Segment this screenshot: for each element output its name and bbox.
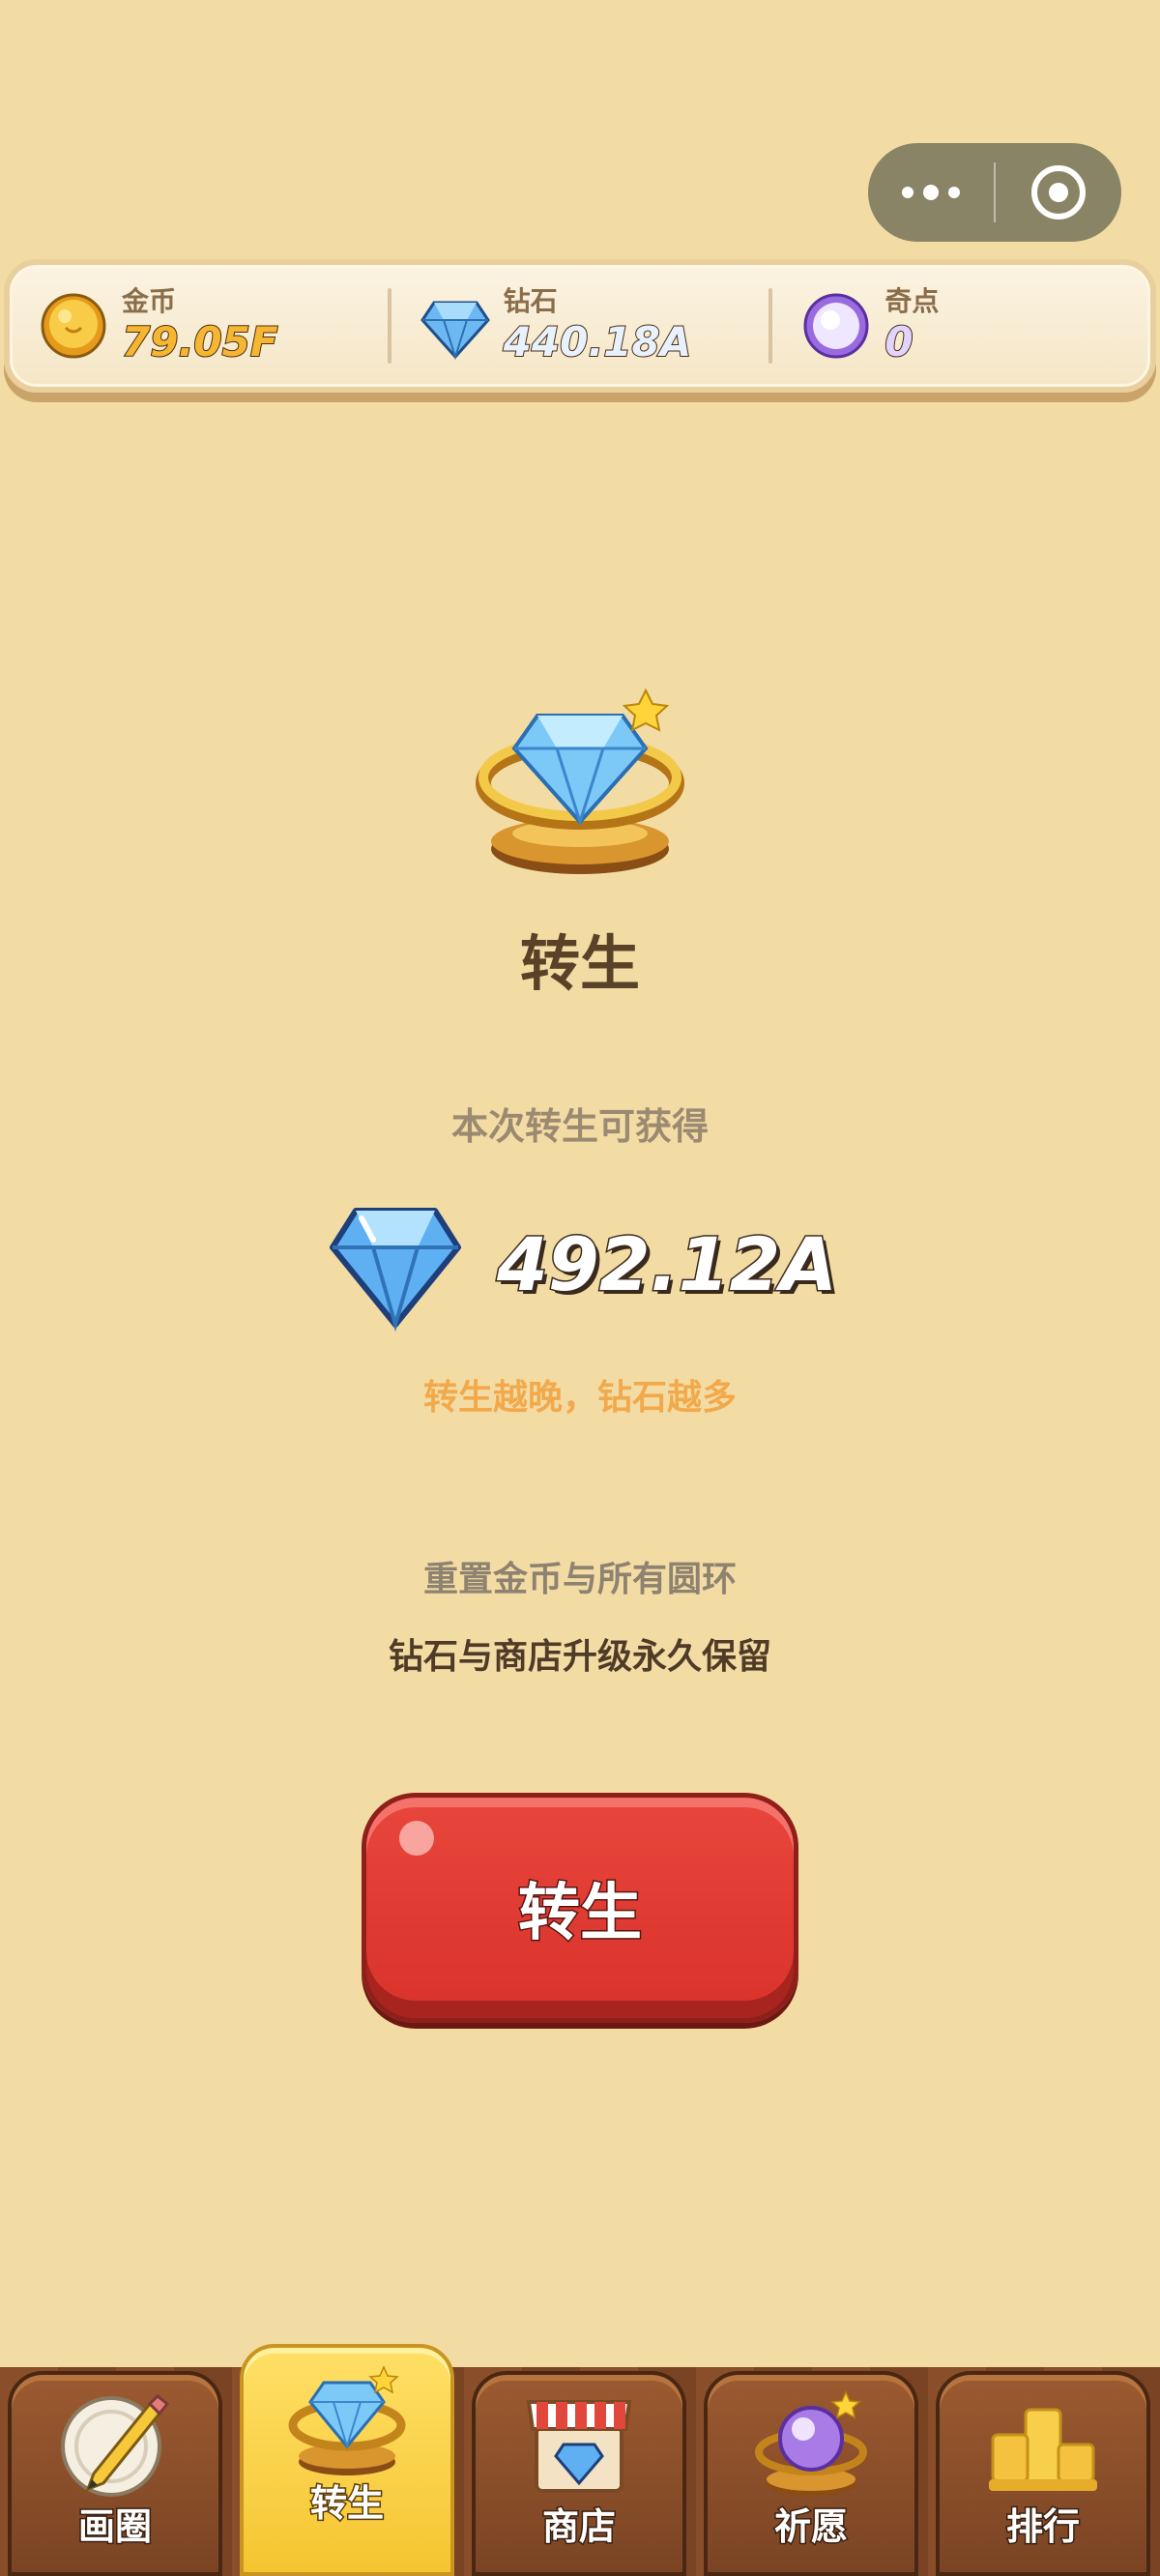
tab-draw-circle[interactable]: 画圈 <box>8 2371 222 2576</box>
diamond-value: 440.18A <box>503 317 693 366</box>
more-dots-icon[interactable] <box>868 143 994 242</box>
resource-gold: 金币 79.05F <box>10 265 388 387</box>
diamond-label: 钻石 <box>503 285 558 317</box>
diamond-icon <box>420 301 490 361</box>
diamond-icon <box>329 1208 461 1332</box>
page-title: 转生 <box>519 928 640 999</box>
gain-label: 本次转生可获得 <box>450 1105 709 1148</box>
rebirth-diamond-ring-icon <box>476 688 684 874</box>
rebirth-page: 金币 79.05F 钻石 440.18A 奇点 0 转生 本次转生可获得 492… <box>0 0 1160 2576</box>
button-shine <box>399 1821 434 1856</box>
tab-shop[interactable]: 商店 <box>472 2371 686 2576</box>
shop-icon <box>526 2400 632 2493</box>
resource-bar: 金币 79.05F 钻石 440.18A 奇点 0 <box>4 259 1156 393</box>
resource-singularity: 奇点 0 <box>772 265 1150 387</box>
tab-label: 画圈 <box>76 2504 153 2550</box>
tab-label: 商店 <box>540 2504 617 2550</box>
gold-coin-icon <box>41 293 106 359</box>
tab-ranking[interactable]: 排行 <box>936 2371 1150 2576</box>
target-circle-icon[interactable] <box>996 143 1121 242</box>
wish-orb-icon <box>755 2390 867 2497</box>
pencil-circle-icon <box>61 2393 170 2497</box>
resource-diamond: 钻石 440.18A <box>392 265 769 387</box>
tab-rebirth[interactable]: 转生 <box>240 2344 454 2576</box>
tab-label: 转生 <box>308 2481 385 2527</box>
rebirth-button-label: 转生 <box>517 1877 644 1951</box>
info-keep-text: 钻石与商店升级永久保留 <box>388 1637 771 1677</box>
podium-icon <box>989 2408 1097 2491</box>
gold-label: 金币 <box>122 285 177 317</box>
tab-wish[interactable]: 祈愿 <box>704 2371 918 2576</box>
singularity-orb-icon <box>803 293 869 359</box>
rebirth-button[interactable]: 转生 <box>362 1793 798 2023</box>
tab-label: 排行 <box>1004 2504 1081 2550</box>
gain-row: 492.12A <box>0 1191 1160 1336</box>
diamond-ring-icon <box>288 2365 406 2475</box>
gold-value: 79.05F <box>121 317 279 366</box>
tab-label: 祈愿 <box>772 2504 849 2550</box>
gain-value: 492.12A <box>495 1219 838 1308</box>
hint-text: 转生越晚，钻石越多 <box>422 1378 737 1418</box>
singularity-label: 奇点 <box>884 285 940 317</box>
info-reset-text: 重置金币与所有圆环 <box>422 1560 737 1599</box>
mini-program-capsule <box>868 143 1121 242</box>
singularity-value: 0 <box>884 317 914 366</box>
